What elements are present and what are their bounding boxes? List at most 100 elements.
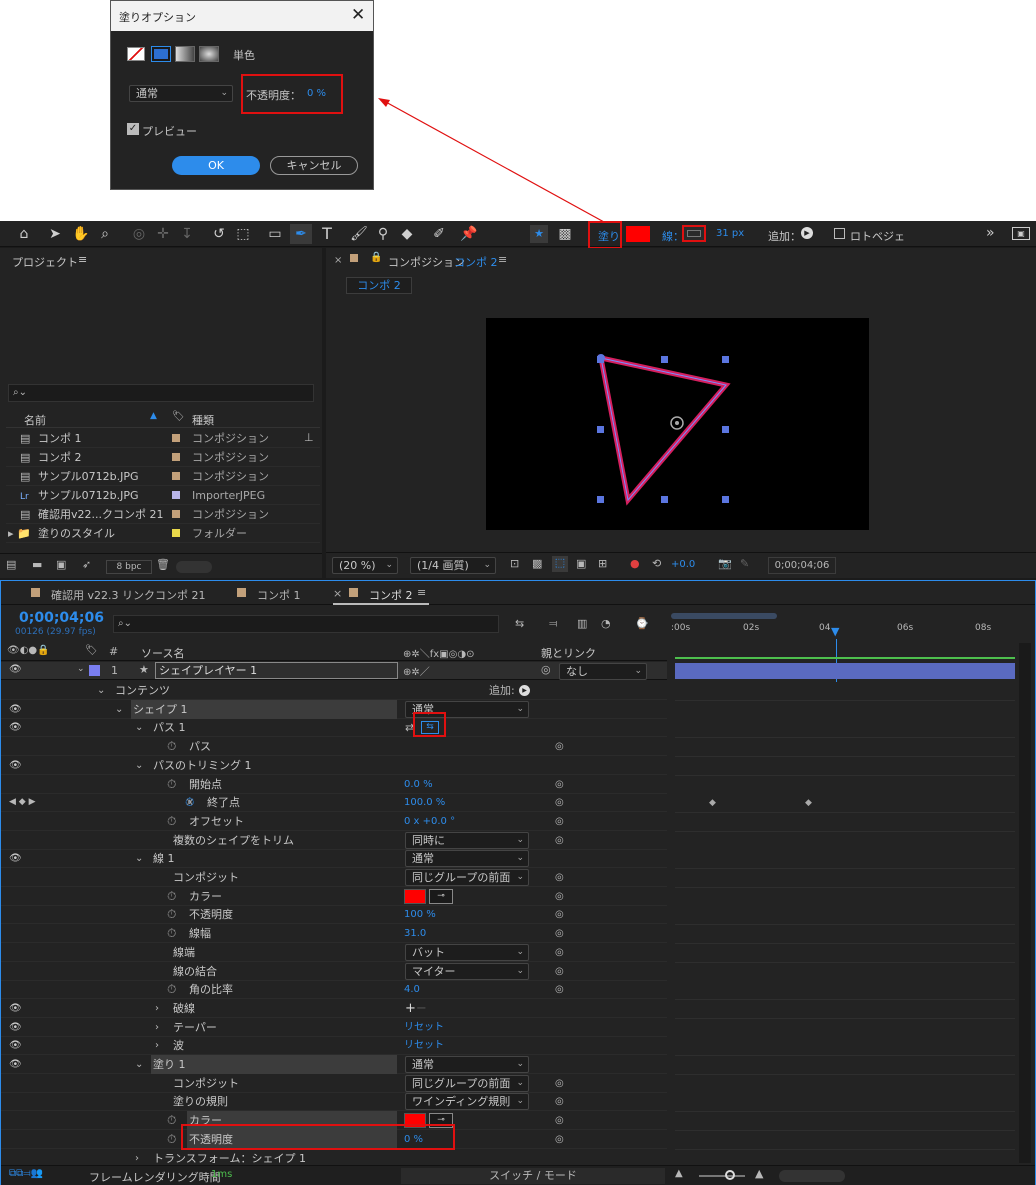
property-row[interactable]: ⏱ パス ◎ <box>1 737 667 757</box>
property-row[interactable]: 👁 ⌄ パスのトリミング 1 <box>1 756 667 775</box>
graph-editor-icon[interactable]: ⌚ <box>635 617 649 630</box>
add-play-icon[interactable]: ▶ <box>801 227 813 239</box>
timeline-search[interactable]: ⌕⌄ <box>113 615 499 633</box>
guides-icon[interactable]: ⊞ <box>598 557 607 570</box>
label-tag-icon[interactable]: 🏷 <box>172 411 185 422</box>
fast-preview-icon[interactable]: ⊡ <box>510 557 519 570</box>
label-swatch[interactable] <box>172 529 180 537</box>
stroke-color-swatch[interactable] <box>682 225 706 242</box>
track-row[interactable] <box>675 775 1015 795</box>
property-value[interactable]: 100.0 % <box>404 793 445 812</box>
track-row[interactable] <box>675 1074 1015 1094</box>
tab-comp-1[interactable]: コンポ 1 <box>257 587 301 603</box>
workspace-icon[interactable]: ▣ <box>1012 227 1030 240</box>
property-row[interactable]: ⏱ オフセット 0 x +0.0 ° ◎ <box>1 812 667 831</box>
eye-icon[interactable]: 👁 <box>9 718 22 737</box>
close-tab-icon[interactable]: × <box>334 255 342 266</box>
bpc-label[interactable]: 8 bpc <box>106 560 152 574</box>
property-row[interactable]: 線端 バット ⌄ ◎ <box>1 943 667 962</box>
clone-stamp-icon[interactable]: ⚲ <box>374 225 392 243</box>
comp-tab-chip[interactable]: コンポ 2 <box>346 277 412 294</box>
property-row[interactable]: 塗りの規則 ワインディング規則 ⌄ ◎ <box>1 1092 667 1112</box>
property-value[interactable]: 0.0 % <box>404 775 433 794</box>
property-select[interactable]: マイター ⌄ <box>405 962 529 980</box>
orbit-tool-icon[interactable]: ◎ <box>130 225 148 243</box>
eye-icon[interactable]: 👁 <box>9 999 22 1018</box>
eye-icon[interactable]: 👁 <box>9 1055 22 1074</box>
track-row[interactable] <box>675 700 1015 720</box>
label-swatch[interactable] <box>172 491 180 499</box>
property-select[interactable]: 同時に ⌄ <box>405 831 529 849</box>
project-search-input[interactable]: ⌕⌄ <box>8 384 314 402</box>
eyedropper-icon[interactable]: ⊸ <box>429 888 453 904</box>
track-row[interactable] <box>675 738 1015 758</box>
project-item[interactable]: ▤ コンポ 2 コンポジション <box>6 448 320 467</box>
expression-pickwhip-icon[interactable]: ◎ <box>555 1130 564 1149</box>
property-row[interactable]: 👁 ⌄ 塗り 1 通常 ⌄ <box>1 1055 667 1074</box>
label-swatch[interactable] <box>172 453 180 461</box>
stroke-width-value[interactable]: 31 px <box>716 228 744 239</box>
home-icon[interactable]: ⌂ <box>14 225 34 243</box>
frame-blend-icon[interactable]: ▥ <box>577 617 587 630</box>
project-item[interactable]: ▤ サンプル0712b.JPG コンポジション <box>6 467 320 486</box>
track-row[interactable] <box>675 812 1015 832</box>
star-icon[interactable]: ★ <box>530 225 548 243</box>
property-value[interactable]: リセット <box>404 1018 444 1037</box>
twirl-icon[interactable]: ⌄ <box>77 664 85 674</box>
stopwatch-icon[interactable]: ⏱ <box>167 737 176 756</box>
label-color[interactable] <box>89 665 100 676</box>
exposure-value[interactable]: +0.0 <box>671 559 695 570</box>
expression-pickwhip-icon[interactable]: ◎ <box>555 905 564 924</box>
dolly-tool-icon[interactable]: ↧ <box>178 225 196 243</box>
keyframe-icon[interactable]: ◆ <box>805 798 812 808</box>
roto-bezier-checkbox[interactable] <box>834 228 845 239</box>
track-row[interactable] <box>675 719 1015 739</box>
add-dash-icon[interactable]: +− <box>405 999 427 1018</box>
checker-icon[interactable]: ▩ <box>556 225 574 243</box>
twirl-icon[interactable]: ⌄ <box>135 1055 143 1074</box>
property-row[interactable]: 👁 ⌄ パス 1 ⇄ ⇆ <box>1 718 667 738</box>
expression-pickwhip-icon[interactable]: ◎ <box>555 962 564 981</box>
playhead-icon[interactable]: ▼ <box>831 625 839 638</box>
panel-menu-icon[interactable]: ≡ <box>78 253 87 266</box>
eraser-tool-icon[interactable]: ◆ <box>398 225 416 243</box>
property-select[interactable]: バット ⌄ <box>405 943 529 961</box>
col-name[interactable]: 名前 <box>24 412 46 428</box>
expression-pickwhip-icon[interactable]: ◎ <box>555 887 564 906</box>
stopwatch-icon[interactable]: ⏱ <box>167 924 176 943</box>
roto-brush-icon[interactable]: ✐ <box>430 225 448 243</box>
track-row[interactable] <box>675 1056 1015 1075</box>
property-row[interactable]: 👁 ⌄ 線 1 通常 ⌄ <box>1 849 667 869</box>
rotate-tool-icon[interactable]: ↺ <box>210 225 228 243</box>
rectangle-tool-icon[interactable]: ▭ <box>266 225 284 243</box>
new-comp-icon[interactable]: ▣ <box>56 558 66 571</box>
comp-menu-icon[interactable]: ≡ <box>498 253 507 266</box>
resolution-select[interactable]: (1/4 画質) ⌄ <box>410 557 496 574</box>
stopwatch-icon[interactable]: ⏱ <box>167 887 176 906</box>
expression-pickwhip-icon[interactable]: ◎ <box>555 737 564 756</box>
property-select[interactable]: ワインディング規則 ⌄ <box>405 1093 529 1111</box>
expression-pickwhip-icon[interactable]: ◎ <box>555 1074 564 1093</box>
property-row[interactable]: ◀ ◆ ▶ ⏱ ⩙ 終了点 100.0 % ◎ <box>1 793 667 813</box>
zoom-in-icon[interactable]: ▲ <box>755 1167 763 1180</box>
stopwatch-icon[interactable]: ⏱ <box>167 905 176 924</box>
keyframe-nav-icon[interactable]: ◀ ◆ ▶ <box>9 793 36 812</box>
col-source[interactable]: ソース名 <box>141 645 184 661</box>
zoom-select[interactable]: (20 %) ⌄ <box>332 557 398 574</box>
interpret-footage-icon[interactable]: ▤ <box>6 558 16 571</box>
layer-switches[interactable]: ⊕✲／ <box>403 663 430 678</box>
flowchart-icon[interactable]: ⊥ <box>304 431 314 444</box>
property-select[interactable]: 通常 ⌄ <box>405 1056 529 1073</box>
track-row[interactable] <box>675 999 1015 1019</box>
track-row[interactable] <box>675 887 1015 907</box>
twirl-icon[interactable]: › <box>155 1018 159 1037</box>
twirl-icon[interactable]: › <box>155 1036 159 1055</box>
tab-comp-2[interactable]: コンポ 2 <box>369 587 413 603</box>
track-row[interactable] <box>675 1112 1015 1132</box>
lock-toggle-icon[interactable]: 🔒 <box>370 252 382 263</box>
twirl-icon[interactable]: ⌄ <box>135 718 143 737</box>
property-row[interactable]: ⏱ 開始点 0.0 % ◎ <box>1 775 667 794</box>
property-row[interactable]: 👁 › テーパー リセット <box>1 1018 667 1037</box>
parent-select[interactable]: なし ⌄ <box>559 663 647 680</box>
stroke-label[interactable]: 線： <box>662 228 684 244</box>
